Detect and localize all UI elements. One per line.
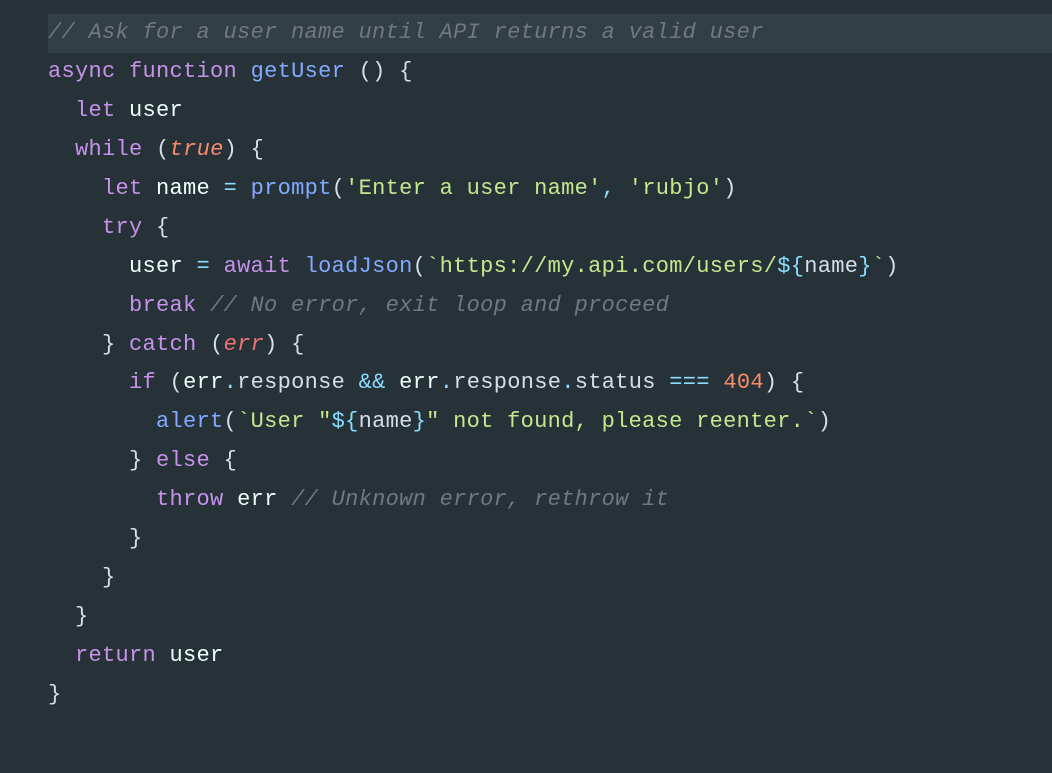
code-line-9: } catch (err) { <box>48 332 305 357</box>
code-line-14: } <box>48 526 143 551</box>
code-editor: // Ask for a user name until API returns… <box>0 14 1052 715</box>
code-line-17: return user <box>48 643 224 668</box>
comment: // Ask for a user name until API returns… <box>48 20 764 45</box>
code-line-10: if (err.response && err.response.status … <box>48 370 804 395</box>
code-line-4: while (true) { <box>48 137 264 162</box>
code-line-15: } <box>48 565 116 590</box>
code-line-18: } <box>48 682 62 707</box>
code-line-1: // Ask for a user name until API returns… <box>48 14 1052 53</box>
code-line-7: user = await loadJson(`https://my.api.co… <box>48 254 899 279</box>
code-line-8: break // No error, exit loop and proceed <box>48 293 669 318</box>
code-line-6: try { <box>48 215 170 240</box>
code-line-11: alert(`User "${name}" not found, please … <box>48 409 831 434</box>
code-line-12: } else { <box>48 448 237 473</box>
code-line-16: } <box>48 604 89 629</box>
code-line-2: async function getUser () { <box>48 59 413 84</box>
code-line-13: throw err // Unknown error, rethrow it <box>48 487 669 512</box>
code-line-3: let user <box>48 98 183 123</box>
code-line-5: let name = prompt('Enter a user name', '… <box>48 176 737 201</box>
